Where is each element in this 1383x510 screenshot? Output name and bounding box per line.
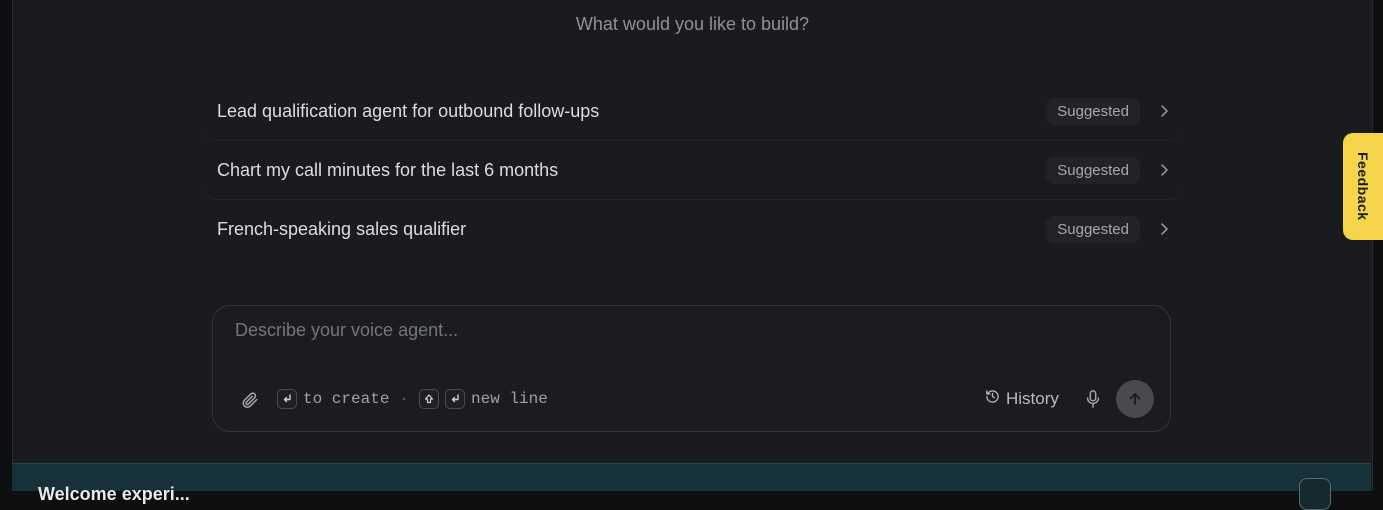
chevron-right-icon — [1158, 223, 1170, 235]
welcome-banner: Welcome experi... — [12, 463, 1371, 510]
hint-separator: · — [399, 390, 410, 408]
enter-key-icon — [277, 389, 297, 409]
welcome-banner-text: Welcome experi... — [38, 484, 190, 504]
history-label: History — [1006, 389, 1059, 408]
suggested-badge: Suggested — [1046, 215, 1140, 243]
paperclip-icon[interactable] — [240, 390, 260, 410]
suggested-badge: Suggested — [1046, 156, 1140, 184]
send-button[interactable] — [1116, 380, 1154, 418]
feedback-label: Feedback — [1355, 152, 1371, 221]
suggestion-text: French-speaking sales qualifier — [217, 218, 467, 239]
hint-create-text: to create — [303, 390, 390, 408]
microphone-icon[interactable] — [1084, 389, 1102, 409]
banner-action-button[interactable] — [1299, 478, 1331, 510]
suggestion-text: Lead qualification agent for outbound fo… — [217, 100, 600, 121]
chevron-right-icon — [1158, 105, 1170, 117]
shift-key-icon — [419, 389, 440, 409]
main-panel: What would you like to build? Lead quali… — [12, 0, 1373, 490]
arrow-up-icon — [1129, 393, 1141, 405]
hint-newline-text: new line — [471, 390, 548, 408]
suggestion-item[interactable]: French-speaking sales qualifier Suggeste… — [206, 200, 1180, 258]
suggestion-text: Chart my call minutes for the last 6 mon… — [217, 159, 559, 180]
suggestion-list: Lead qualification agent for outbound fo… — [206, 82, 1180, 258]
feedback-tab[interactable]: Feedback — [1343, 133, 1383, 240]
suggestion-item[interactable]: Chart my call minutes for the last 6 mon… — [206, 141, 1180, 200]
history-icon — [985, 389, 1000, 409]
suggestion-item[interactable]: Lead qualification agent for outbound fo… — [206, 82, 1180, 141]
suggested-badge: Suggested — [1046, 97, 1140, 125]
page-heading: What would you like to build? — [575, 14, 810, 34]
enter-key-icon — [445, 389, 466, 409]
composer-box: to create · new line History — [212, 305, 1171, 432]
agent-description-input[interactable] — [235, 320, 1135, 341]
history-button[interactable]: History — [985, 388, 1059, 410]
keyboard-hint: to create · new line — [277, 387, 548, 411]
chevron-right-icon — [1158, 164, 1170, 176]
